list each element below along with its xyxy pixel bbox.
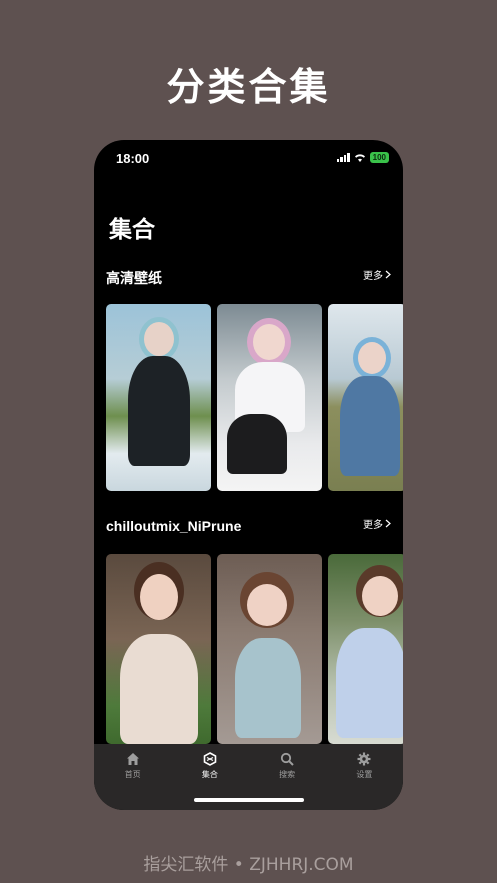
promo-title: 分类合集 (166, 65, 331, 109)
tab-label: 首页 (124, 770, 141, 779)
chilloutmix-thumb[interactable] (328, 554, 403, 744)
phone-frame: 18:00 100 集合 高清壁纸 更多 chilloutmix_NiPrune… (94, 140, 403, 810)
wallpaper-thumb[interactable] (328, 304, 403, 491)
home-icon (126, 753, 139, 765)
wallpaper-thumb[interactable] (106, 304, 211, 491)
battery-indicator: 100 (369, 152, 389, 163)
more-label: 更多 (363, 271, 383, 282)
more-label: 更多 (363, 520, 383, 531)
section-title-chilloutmix: chilloutmix_NiPrune (106, 518, 242, 534)
page-heading: 集合 (109, 217, 155, 243)
status-time: 18:00 (116, 151, 150, 166)
gear-icon (357, 752, 371, 766)
signal-icon (336, 153, 350, 162)
wifi-icon (354, 154, 365, 162)
tab-label: 设置 (356, 770, 373, 779)
tab-label: 集合 (201, 770, 218, 779)
tab-settings[interactable]: 设置 (334, 752, 394, 810)
more-link-wallpapers[interactable]: 更多 (363, 267, 391, 282)
section-title-wallpapers: 高清壁纸 (106, 270, 162, 286)
wallpaper-row (106, 304, 403, 491)
status-bar: 18:00 100 (94, 140, 403, 176)
tab-label: 搜索 (279, 770, 296, 779)
more-link-chilloutmix[interactable]: 更多 (363, 516, 391, 531)
search-icon (281, 752, 294, 766)
home-indicator[interactable] (194, 798, 304, 802)
watermark: 指尖汇软件 • ZJHHRJ.COM (143, 855, 354, 875)
status-icons: 100 (336, 152, 389, 163)
chevron-right-icon (385, 519, 391, 528)
wallpaper-thumb[interactable] (217, 304, 322, 491)
chilloutmix-row (106, 554, 403, 744)
chevron-right-icon (385, 270, 391, 279)
collection-icon (203, 752, 217, 766)
chilloutmix-thumb[interactable] (217, 554, 322, 744)
chilloutmix-thumb[interactable] (106, 554, 211, 744)
tab-home[interactable]: 首页 (103, 752, 163, 810)
